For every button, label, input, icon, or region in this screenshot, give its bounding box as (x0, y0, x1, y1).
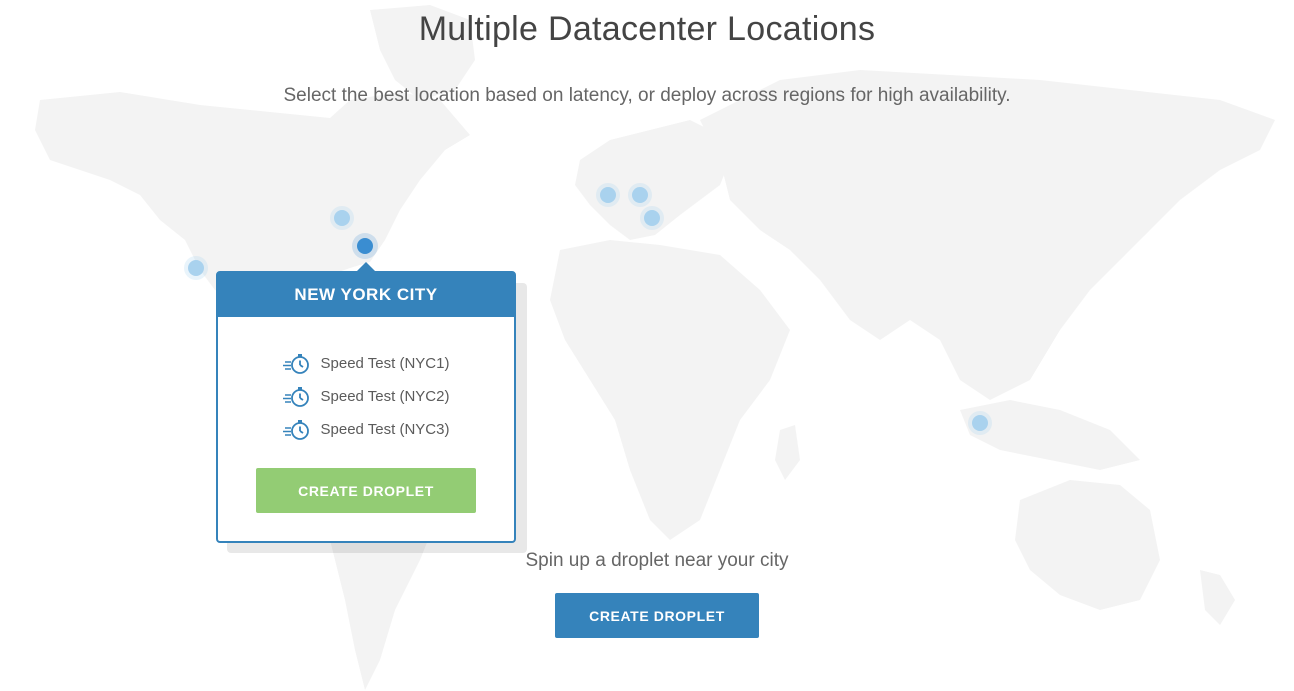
datacenter-marker-san-francisco[interactable] (188, 260, 204, 276)
africa (550, 240, 790, 540)
datacenter-marker-amsterdam[interactable] (632, 187, 648, 203)
stopwatch-icon (282, 419, 309, 440)
new-zealand (1200, 570, 1235, 625)
speed-test-link-nyc1[interactable]: Speed Test (NYC1) (218, 347, 514, 380)
page-title: Multiple Datacenter Locations (418, 10, 876, 48)
stopwatch-icon (282, 353, 309, 374)
create-droplet-button[interactable]: CREATE DROPLET (555, 593, 759, 638)
speed-test-link-nyc3[interactable]: Speed Test (NYC3) (218, 413, 514, 446)
datacenter-marker-london[interactable] (600, 187, 616, 203)
speed-test-link-nyc2[interactable]: Speed Test (NYC2) (218, 380, 514, 413)
madagascar (775, 425, 800, 480)
popup-create-droplet-button[interactable]: CREATE DROPLET (256, 468, 476, 513)
location-popup: NEW YORK CITY Speed Test (NYC1) Speed Te… (216, 271, 516, 543)
southeast-asia (960, 400, 1140, 470)
north-america (35, 92, 470, 300)
speed-test-label: Speed Test (NYC3) (320, 421, 450, 438)
cta-text: Spin up a droplet near your city (525, 550, 789, 571)
popup-city-title: NEW YORK CITY (218, 273, 514, 317)
datacenter-marker-singapore[interactable] (972, 415, 988, 431)
datacenter-marker-new-york[interactable] (357, 238, 373, 254)
stopwatch-icon (282, 386, 309, 407)
asia (700, 70, 1275, 400)
speed-test-list: Speed Test (NYC1) Speed Test (NYC2) Spee… (218, 317, 514, 446)
page-subtitle: Select the best location based on latenc… (283, 85, 1011, 106)
datacenter-marker-frankfurt[interactable] (644, 210, 660, 226)
datacenter-marker-toronto[interactable] (334, 210, 350, 226)
speed-test-label: Speed Test (NYC1) (320, 355, 450, 372)
speed-test-label: Speed Test (NYC2) (320, 388, 450, 405)
australia (1015, 480, 1160, 610)
